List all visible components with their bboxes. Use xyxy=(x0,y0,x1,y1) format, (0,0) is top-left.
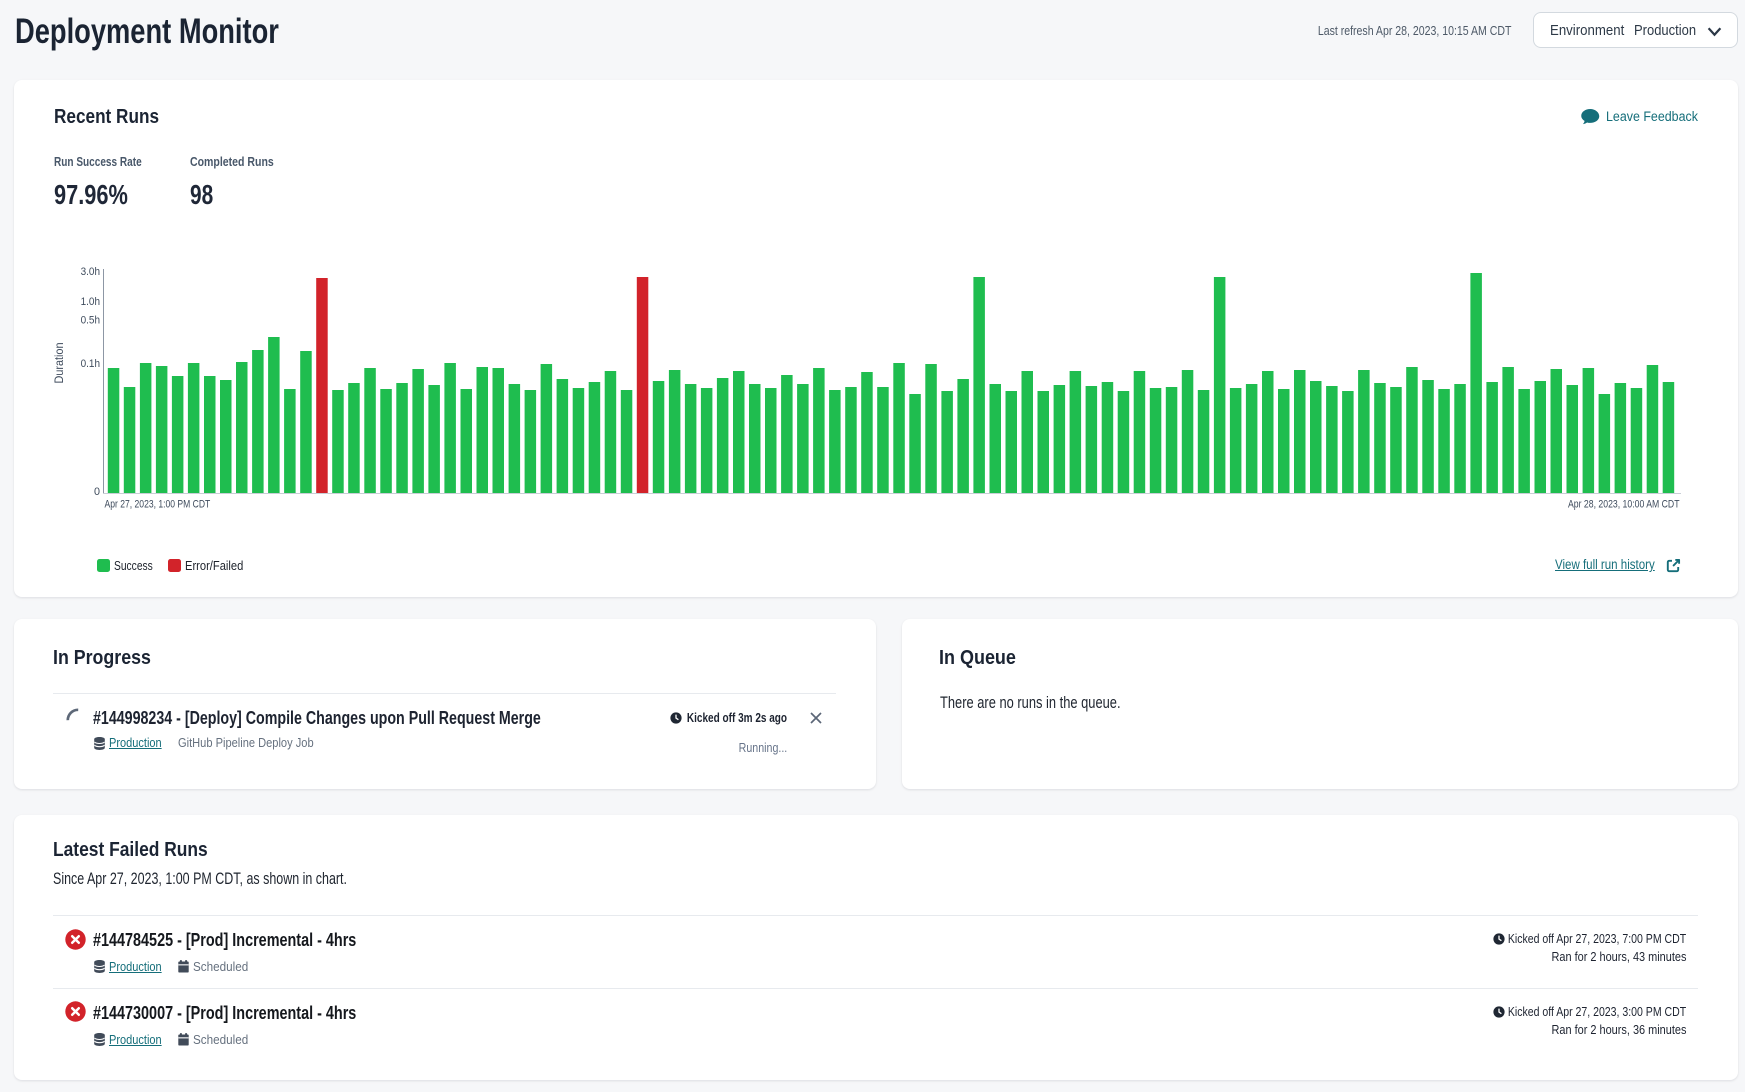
svg-text:Apr 27, 2023, 1:00 PM CDT: Apr 27, 2023, 1:00 PM CDT xyxy=(105,499,211,511)
svg-text:1.0h: 1.0h xyxy=(81,296,100,308)
svg-text:Apr 28, 2023, 10:00 AM CDT: Apr 28, 2023, 10:00 AM CDT xyxy=(1568,499,1680,511)
svg-text:0.5h: 0.5h xyxy=(81,314,100,326)
svg-text:0.1h: 0.1h xyxy=(81,358,100,370)
svg-text:3.0h: 3.0h xyxy=(81,266,100,278)
svg-text:Duration: Duration xyxy=(52,343,66,384)
svg-text:0: 0 xyxy=(94,486,100,498)
